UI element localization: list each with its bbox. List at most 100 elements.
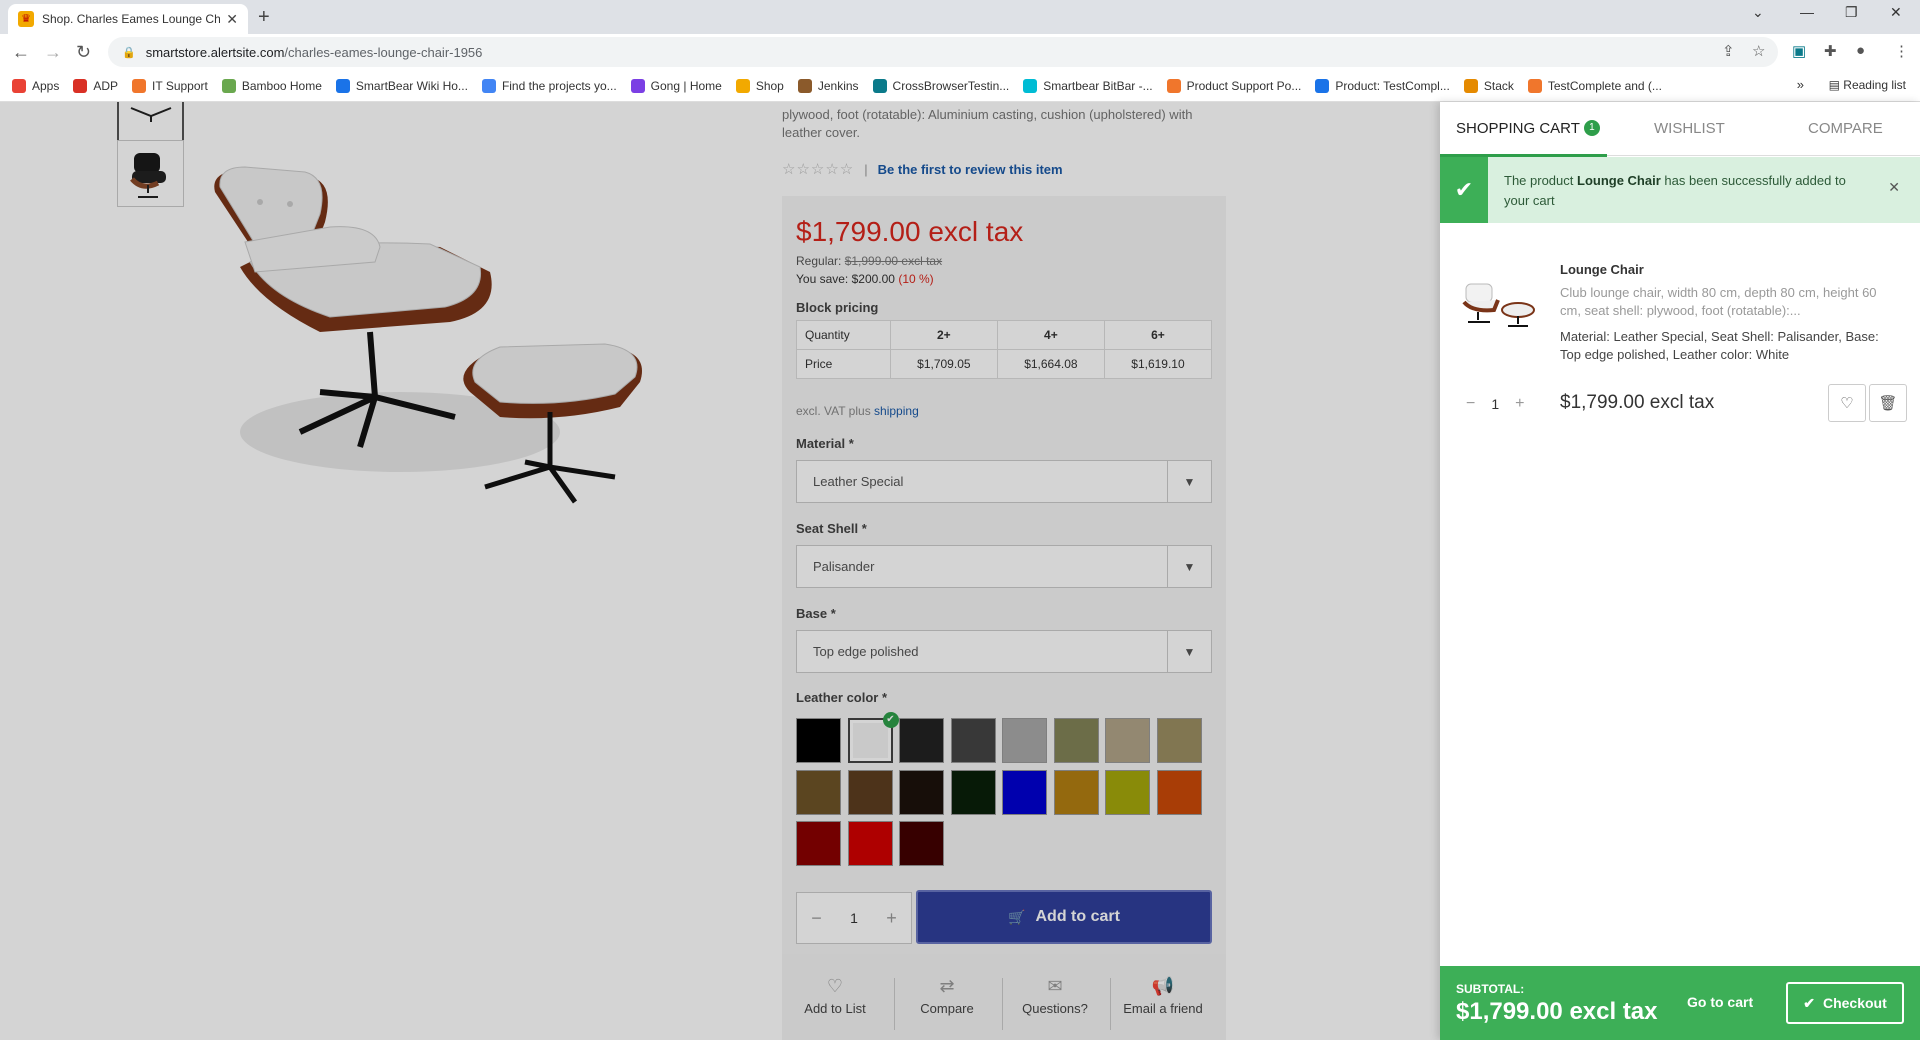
cart-item-description: Club lounge chair, width 80 cm, depth 80… [1560, 285, 1877, 318]
forward-icon[interactable]: → [44, 42, 62, 63]
tab-wishlist[interactable]: WISHLIST [1654, 120, 1725, 137]
cart-item-name[interactable]: Lounge Chair [1560, 262, 1644, 277]
puzzle-icon[interactable]: ✚ [1824, 42, 1837, 60]
cart-item-quantity[interactable]: 1 [1491, 396, 1499, 412]
bookmark-favicon-icon [1527, 78, 1542, 93]
checkout-label: Checkout [1822, 995, 1887, 1011]
bookmark-item[interactable]: Shop [735, 78, 784, 93]
added-to-cart-notice: ✔ The product Lounge Chair has been succ… [1440, 157, 1920, 223]
reload-icon[interactable]: ↻ [76, 42, 91, 63]
bookmark-item[interactable]: Product: TestCompl... [1315, 78, 1450, 93]
bookmark-item[interactable]: ADP [73, 78, 119, 93]
extension-icon[interactable]: ▣ [1792, 42, 1806, 60]
minimize-icon[interactable]: — [1800, 4, 1814, 20]
bookmark-label: Shop [755, 78, 784, 93]
tab-shopping-cart[interactable]: SHOPPING CART 1 [1456, 120, 1600, 137]
bookmark-label: Smartbear BitBar -... [1043, 78, 1153, 93]
bookmark-item[interactable]: Jenkins [797, 78, 859, 93]
increment-icon[interactable]: + [1515, 395, 1524, 413]
cart-item-price: $1,799.00 excl tax [1560, 392, 1715, 413]
bookmark-favicon-icon [132, 78, 147, 93]
bookmark-label: Find the projects yo... [501, 78, 617, 93]
share-icon[interactable]: ⇪ [1722, 42, 1735, 60]
restore-icon[interactable]: ❐ [1845, 4, 1858, 21]
bookmark-favicon-icon [630, 78, 645, 93]
profile-icon[interactable]: ● [1856, 42, 1865, 59]
go-to-cart-link[interactable]: Go to cart [1687, 994, 1753, 1010]
bookmark-label: Apps [32, 78, 60, 93]
bookmark-label: Gong | Home [650, 78, 722, 93]
move-to-wishlist-button[interactable]: ♡ [1828, 384, 1866, 422]
subtotal-value: $1,799.00 excl tax [1456, 998, 1658, 1025]
reading-list-label: Reading list [1843, 78, 1906, 92]
bookmark-item[interactable]: Apps [12, 78, 60, 93]
offcanvas-cart: SHOPPING CART 1 WISHLIST COMPARE ✔ The pr… [1440, 102, 1920, 1040]
cart-tabs: SHOPPING CART 1 WISHLIST COMPARE [1440, 102, 1920, 157]
bookmark-favicon-icon [797, 78, 812, 93]
bookmark-favicon-icon [221, 78, 236, 93]
bookmark-label: CrossBrowserTestin... [892, 78, 1010, 93]
url-host: smartstore.alertsite.com [145, 44, 285, 60]
bookmark-favicon-icon [872, 78, 887, 93]
bookmark-label: ADP [93, 78, 119, 93]
cart-item-quantity-stepper[interactable]: − 1 + [1466, 395, 1524, 413]
bookmark-item[interactable]: CrossBrowserTestin... [872, 78, 1010, 93]
new-tab-icon[interactable]: + [258, 6, 270, 29]
close-tab-icon[interactable]: ✕ [226, 11, 238, 28]
back-icon[interactable]: ← [12, 42, 30, 63]
tab-label: WISHLIST [1654, 120, 1725, 137]
shop-favicon-icon: ♛ [18, 11, 34, 27]
tab-search-icon[interactable]: ⌄ [1752, 4, 1764, 21]
bookmark-label: Stack [1483, 78, 1514, 93]
browser-tab[interactable]: ♛ Shop. Charles Eames Lounge Chair ✕ [8, 4, 248, 34]
bookmark-favicon-icon [335, 78, 350, 93]
bookmark-item[interactable]: Product Support Po... [1166, 78, 1301, 93]
bookmark-item[interactable]: Find the projects yo... [481, 78, 617, 93]
cart-footer: SUBTOTAL: $1,799.00 excl tax Go to cart … [1440, 966, 1920, 1040]
menu-kebab-icon[interactable]: ⋮ [1894, 42, 1909, 60]
bookmark-label: SmartBear Wiki Ho... [355, 78, 468, 93]
reading-list-icon: ▤ [1828, 78, 1844, 92]
bookmark-favicon-icon [1463, 78, 1478, 93]
bookmarks-bar: Apps ADP IT Support Bamboo Home SmartBear Wi… [0, 70, 1920, 102]
url-field[interactable]: 🔒 smartstore.alertsite.com/charles-eames… [108, 37, 1778, 67]
cart-item-attributes: Material: Leather Special, Seat Shell: P… [1560, 329, 1879, 362]
bookmark-label: Bamboo Home [241, 78, 322, 93]
bookmark-favicon-icon [735, 78, 750, 93]
tab-compare[interactable]: COMPARE [1808, 120, 1883, 137]
bookmark-item[interactable]: Smartbear BitBar -... [1023, 78, 1153, 93]
heart-icon: ♡ [1840, 395, 1854, 412]
subtotal-label: SUBTOTAL: [1456, 982, 1525, 996]
bookmark-item[interactable]: TestComplete and (... [1527, 78, 1662, 93]
bookmark-item[interactable]: IT Support [132, 78, 208, 93]
close-window-icon[interactable]: ✕ [1890, 4, 1902, 21]
bookmark-label: IT Support [152, 78, 208, 93]
reading-list-button[interactable]: ▤ Reading list [1829, 78, 1906, 92]
bookmark-favicon-icon [1315, 78, 1330, 93]
bookmark-label: TestComplete and (... [1547, 78, 1662, 93]
page-dim-overlay[interactable] [0, 102, 1440, 1040]
bookmark-label: Jenkins [817, 78, 859, 93]
bookmark-item[interactable]: SmartBear Wiki Ho... [335, 78, 468, 93]
close-notice-icon[interactable]: ✕ [1888, 179, 1900, 196]
bookmark-item[interactable]: Stack [1463, 78, 1514, 93]
cart-item-image[interactable] [1458, 270, 1542, 334]
decrement-icon[interactable]: − [1466, 395, 1475, 413]
cart-count-badge: 1 [1583, 120, 1600, 136]
tab-title: Shop. Charles Eames Lounge Chair [42, 12, 221, 26]
notice-message: The product Lounge Chair has been succes… [1504, 171, 1864, 211]
address-bar-row: ← → ↻ 🔒 smartstore.alertsite.com/charles… [0, 34, 1920, 70]
bookmark-item[interactable]: Bamboo Home [221, 78, 322, 93]
bookmark-favicon-icon [481, 78, 496, 93]
more-bookmarks-icon[interactable]: » [1797, 77, 1804, 92]
bookmark-item[interactable]: Gong | Home [630, 78, 722, 93]
bookmark-favicon-icon [73, 78, 88, 93]
bookmark-favicon-icon [1023, 78, 1038, 93]
bookmark-favicon-icon [12, 78, 26, 93]
tab-label: SHOPPING CART [1456, 120, 1580, 137]
remove-item-button[interactable]: 🗑 [1869, 384, 1907, 422]
checkout-button[interactable]: ✔ Checkout [1786, 982, 1904, 1024]
success-check-icon: ✔ [1440, 157, 1488, 223]
bookmark-label: Product: TestCompl... [1335, 78, 1450, 93]
bookmark-star-icon[interactable]: ☆ [1752, 42, 1765, 60]
